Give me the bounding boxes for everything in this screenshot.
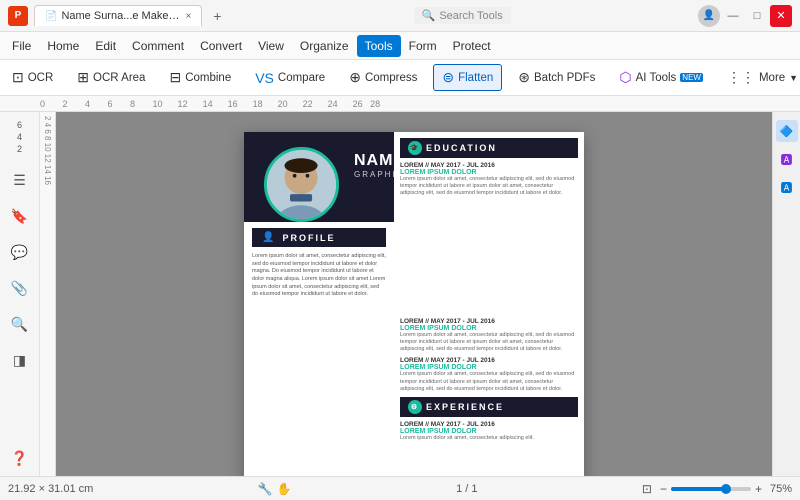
ocr-icon: ⊡ xyxy=(12,69,24,86)
pdf-body-left: 👤 PROFILE Lorem ipsum dolor sit amet, co… xyxy=(244,222,394,305)
new-tab-btn[interactable]: + xyxy=(208,7,226,25)
sidebar-bookmark-icon[interactable]: 🔖 xyxy=(6,202,34,230)
ocr-area-btn[interactable]: ⊞ OCR Area xyxy=(69,65,153,90)
profile-bar: 👤 PROFILE xyxy=(252,228,386,247)
compare-btn[interactable]: VS Compare xyxy=(247,66,333,90)
right-icon-3[interactable]: 🅰 xyxy=(776,176,798,198)
sidebar-comment-icon[interactable]: 💬 xyxy=(6,238,34,266)
education-icon: 🎓 xyxy=(408,141,422,155)
flatten-btn[interactable]: ⊜ Flatten xyxy=(433,64,502,91)
maximize-btn[interactable]: □ xyxy=(746,5,768,27)
batch-pdfs-icon: ⊛ xyxy=(518,69,530,86)
compare-icon: VS xyxy=(255,70,274,86)
search-icon: 🔍 xyxy=(422,9,436,22)
education-label: EDUCATION xyxy=(426,143,497,153)
menu-view[interactable]: View xyxy=(250,35,292,57)
zoom-fit-icon[interactable]: ⊡ xyxy=(642,482,652,496)
ocr-area-icon: ⊞ xyxy=(77,69,89,86)
profile-icon: 👤 xyxy=(262,232,276,243)
edu-item-1: LOREM // MAY 2017 - JUL 2016 LOREM IPSUM… xyxy=(400,162,578,197)
ai-new-badge: NEW xyxy=(680,73,703,82)
zoom-level: 75% xyxy=(770,483,792,495)
left-sidebar: 642 ☰ 🔖 💬 📎 🔍 ◨ ❓ xyxy=(0,112,40,476)
search-placeholder: Search Tools xyxy=(439,10,502,22)
zoom-thumb xyxy=(721,484,731,494)
menu-organize[interactable]: Organize xyxy=(292,35,357,57)
right-icon-2[interactable]: 🅰 xyxy=(776,148,798,170)
app-logo: P xyxy=(8,6,28,26)
batch-pdfs-btn[interactable]: ⊛ Batch PDFs xyxy=(510,65,603,90)
menu-protect[interactable]: Protect xyxy=(445,35,499,57)
compress-btn[interactable]: ⊕ Compress xyxy=(341,65,425,90)
sidebar-menu-icon[interactable]: ☰ xyxy=(6,166,34,194)
sidebar-attach-icon[interactable]: 📎 xyxy=(6,274,34,302)
menu-home[interactable]: Home xyxy=(39,35,87,57)
zoom-plus-icon[interactable]: + xyxy=(755,482,762,496)
minimize-btn[interactable]: — xyxy=(722,5,744,27)
experience-icon: ⚙ xyxy=(408,400,422,414)
flatten-icon: ⊜ xyxy=(442,69,454,86)
more-btn[interactable]: ⋮⋮ More ▼ xyxy=(719,65,800,90)
page-navigation: 1 / 1 xyxy=(456,483,477,495)
nav-icons: 🔧 ✋ xyxy=(258,482,292,496)
nav-pan-icon[interactable]: ✋ xyxy=(277,482,292,496)
profile-label: PROFILE xyxy=(282,233,335,243)
menu-convert[interactable]: Convert xyxy=(192,35,250,57)
menu-comment[interactable]: Comment xyxy=(124,35,192,57)
experience-header: ⚙ EXPERIENCE xyxy=(400,397,578,417)
ai-tools-icon: ⬡ xyxy=(619,69,631,86)
main-area: 642 ☰ 🔖 💬 📎 🔍 ◨ ❓ 2 4 6 8 10 12 14 16 xyxy=(0,112,800,476)
zoom-slider-container[interactable]: − + xyxy=(660,482,762,496)
right-icon-1[interactable]: 🔷 xyxy=(776,120,798,142)
edu-item-3: LOREM // MAY 2017 - JUL 2016 LOREM IPSUM… xyxy=(400,357,578,392)
sidebar-search-icon[interactable]: 🔍 xyxy=(6,310,34,338)
pdf-body: 👤 PROFILE Lorem ipsum dolor sit amet, co… xyxy=(244,222,584,305)
menu-form[interactable]: Form xyxy=(401,35,445,57)
document-dimensions: 21.92 × 31.01 cm xyxy=(8,483,93,495)
right-header-section: 🎓 EDUCATION LOREM // MAY 2017 - JUL 2016… xyxy=(394,132,584,222)
document-tab[interactable]: 📄 Name Surna...e Maker.pdf × xyxy=(34,5,202,26)
menu-edit[interactable]: Edit xyxy=(87,35,124,57)
right-sidebar: 🔷 🅰 🅰 xyxy=(772,112,800,476)
sidebar-layers-icon[interactable]: ◨ xyxy=(6,346,34,374)
toolbar: ⊡ OCR ⊞ OCR Area ⊟ Combine VS Compare ⊕ … xyxy=(0,60,800,96)
compress-icon: ⊕ xyxy=(349,69,361,86)
sidebar-help-icon[interactable]: ❓ xyxy=(6,444,34,472)
document-area[interactable]: NAME SURNAME GRAPHIC DESIGNER 🎓 EDUCATIO… xyxy=(56,112,772,476)
ai-tools-btn[interactable]: ⬡ AI Tools NEW xyxy=(611,65,711,90)
tab-label: Name Surna...e Maker.pdf xyxy=(61,10,181,22)
user-avatar: 👤 xyxy=(698,5,720,27)
menubar: File Home Edit Comment Convert View Orga… xyxy=(0,32,800,60)
pdf-document: NAME SURNAME GRAPHIC DESIGNER 🎓 EDUCATIO… xyxy=(244,132,584,476)
edu-item-2: LOREM // MAY 2017 - JUL 2016 LOREM IPSUM… xyxy=(400,318,578,353)
tab-close-btn[interactable]: × xyxy=(185,11,191,22)
education-header: 🎓 EDUCATION xyxy=(400,138,578,158)
zoom-controls: ⊡ xyxy=(642,482,652,496)
menu-file[interactable]: File xyxy=(4,35,39,57)
zoom-slider[interactable] xyxy=(671,487,751,491)
combine-icon: ⊟ xyxy=(169,69,181,86)
ruler-vertical: 2 4 6 8 10 12 14 16 xyxy=(40,112,56,476)
more-icon: ⋮⋮ xyxy=(727,69,755,86)
profile-photo xyxy=(264,147,339,222)
experience-label: EXPERIENCE xyxy=(426,402,504,412)
menu-tools[interactable]: Tools xyxy=(357,35,401,57)
ocr-btn[interactable]: ⊡ OCR xyxy=(4,65,61,90)
ruler-horizontal: 0 2 4 6 8 10 12 14 16 18 20 22 24 26 28 xyxy=(0,96,800,112)
more-chevron-icon: ▼ xyxy=(789,73,798,83)
statusbar: 21.92 × 31.01 cm 🔧 ✋ 1 / 1 ⊡ − + 75% xyxy=(0,476,800,500)
combine-btn[interactable]: ⊟ Combine xyxy=(161,65,239,90)
pdf-header: NAME SURNAME GRAPHIC DESIGNER 🎓 EDUCATIO… xyxy=(244,132,584,222)
nav-tools-icon[interactable]: 🔧 xyxy=(258,482,273,496)
pdf-body-right: LOREM // MAY 2017 - JUL 2016 LOREM IPSUM… xyxy=(394,312,584,452)
exp-item-1: LOREM // MAY 2017 - JUL 2016 LOREM IPSUM… xyxy=(400,421,578,442)
zoom-minus-icon[interactable]: − xyxy=(660,482,667,496)
search-tools[interactable]: 🔍 Search Tools xyxy=(414,7,511,24)
profile-text: Lorem ipsum dolor sit amet, consectetur … xyxy=(252,253,386,299)
close-btn[interactable]: ✕ xyxy=(770,5,792,27)
titlebar: P 📄 Name Surna...e Maker.pdf × + 🔍 Searc… xyxy=(0,0,800,32)
